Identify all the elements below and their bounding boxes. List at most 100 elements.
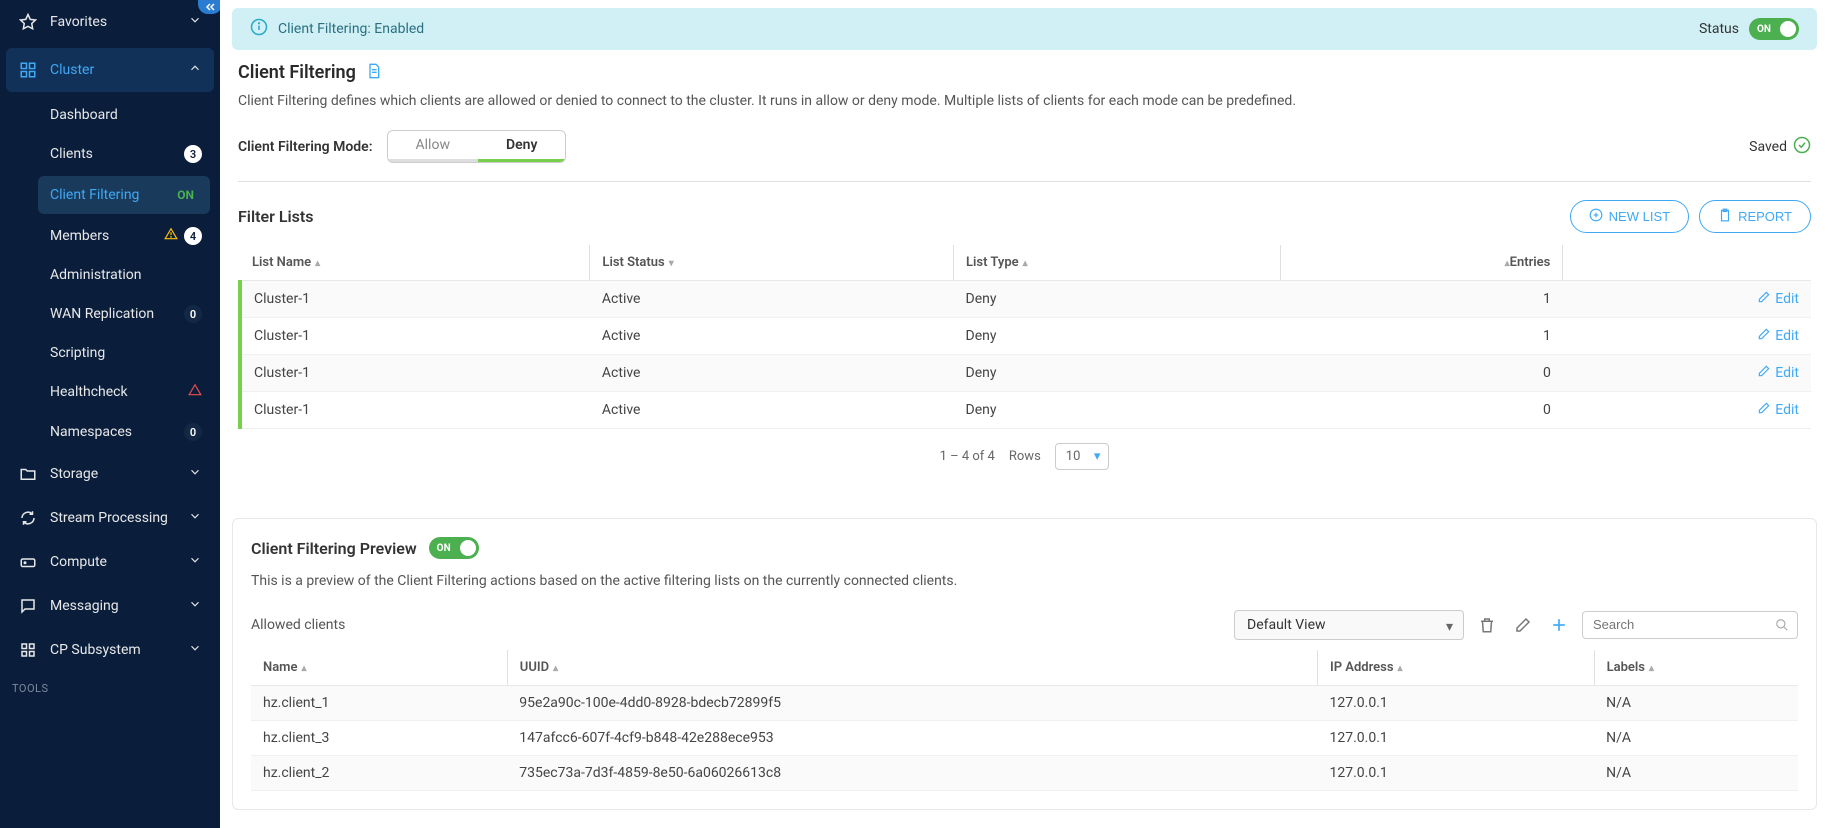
pencil-icon: [1757, 364, 1771, 382]
cell-client-labels: N/A: [1594, 686, 1798, 721]
preview-toggle[interactable]: ON: [429, 537, 479, 559]
pencil-icon: [1757, 290, 1771, 308]
add-view-button[interactable]: [1546, 612, 1572, 638]
sidebar-item-healthcheck[interactable]: Healthcheck: [0, 372, 220, 412]
toggle-on-label: ON: [1757, 24, 1771, 35]
sidebar-cp-subsystem[interactable]: CP Subsystem: [0, 628, 220, 672]
sidebar-stream-processing[interactable]: Stream Processing: [0, 496, 220, 540]
cell-name: Cluster-1: [240, 318, 590, 355]
namespaces-badge: 0: [184, 423, 202, 441]
cell-client-ip: 127.0.0.1: [1318, 686, 1595, 721]
edit-button[interactable]: Edit: [1757, 364, 1799, 382]
cell-client-name: hz.client_1: [251, 686, 507, 721]
document-icon[interactable]: [366, 63, 382, 83]
cell-client-uuid: 147afcc6-607f-4cf9-b848-42e288ece953: [507, 721, 1317, 756]
sidebar-item-wan-replication[interactable]: WAN Replication0: [0, 294, 220, 334]
view-select[interactable]: Default View ▾: [1234, 610, 1464, 640]
chevron-left-double-icon: [204, 2, 216, 12]
status-toggle[interactable]: ON: [1749, 18, 1799, 40]
edit-button[interactable]: Edit: [1757, 290, 1799, 308]
cell-type: Deny: [954, 281, 1281, 318]
delete-view-button[interactable]: [1474, 612, 1500, 638]
sidebar-item-dashboard[interactable]: Dashboard: [0, 96, 220, 134]
cell-status: Active: [590, 281, 954, 318]
col-actions: [1563, 245, 1811, 281]
sidebar-item-members[interactable]: Members4: [0, 216, 220, 256]
rows-per-page-select[interactable]: 10 ▾: [1055, 443, 1110, 470]
error-icon: [188, 383, 202, 401]
search-input[interactable]: [1593, 617, 1769, 632]
banner-status-label: Status: [1699, 21, 1739, 37]
sort-icon: ▴: [1398, 663, 1403, 674]
cell-edit: Edit: [1563, 392, 1811, 429]
table-row: Cluster-1 Active Deny 1 Edit: [240, 318, 1811, 355]
mode-deny-button[interactable]: Deny: [478, 131, 565, 162]
cell-name: Cluster-1: [240, 355, 590, 392]
cell-entries: 0: [1281, 392, 1563, 429]
grid-small-icon: [18, 640, 38, 660]
cell-edit: Edit: [1563, 355, 1811, 392]
disk-icon: [18, 552, 38, 572]
table-row: Cluster-1 Active Deny 1 Edit: [240, 281, 1811, 318]
cell-client-labels: N/A: [1594, 756, 1798, 791]
sort-icon: ▴: [1023, 258, 1028, 269]
sidebar-item-namespaces[interactable]: Namespaces0: [0, 412, 220, 452]
toggle-knob: [1780, 21, 1796, 37]
col-list-name[interactable]: List Name▴: [240, 245, 590, 281]
sidebar-item-clients[interactable]: Clients3: [0, 134, 220, 174]
col-list-status[interactable]: List Status▾: [590, 245, 954, 281]
col-client-ip[interactable]: IP Address▴: [1318, 650, 1595, 686]
cell-status: Active: [590, 355, 954, 392]
col-client-name[interactable]: Name▴: [251, 650, 507, 686]
cell-client-labels: N/A: [1594, 721, 1798, 756]
filtering-mode-row: Client Filtering Mode: Allow Deny Saved: [238, 130, 1811, 163]
sidebar-favorites-label: Favorites: [50, 14, 188, 30]
sidebar-collapse-button[interactable]: [198, 0, 220, 14]
grid-icon: [18, 60, 38, 80]
sidebar-cluster[interactable]: Cluster: [6, 48, 214, 92]
pencil-icon: [1757, 327, 1771, 345]
edit-view-button[interactable]: [1510, 612, 1536, 638]
col-client-labels[interactable]: Labels▴: [1594, 650, 1798, 686]
star-icon: [18, 12, 38, 32]
sidebar-compute[interactable]: Compute: [0, 540, 220, 584]
filter-lists-table: List Name▴ List Status▾ List Type▴ ▴Entr…: [238, 245, 1811, 429]
status-banner: Client Filtering: Enabled Status ON: [232, 8, 1817, 50]
chevron-down-icon: [188, 641, 202, 659]
sidebar-favorites[interactable]: Favorites: [0, 0, 220, 44]
sort-icon: ▴: [1649, 663, 1654, 674]
sidebar: Favorites Cluster Dashboard Clients3 Cli…: [0, 0, 220, 828]
edit-icon: [1514, 616, 1532, 634]
col-client-uuid[interactable]: UUID▴: [507, 650, 1317, 686]
chevron-down-icon: [188, 597, 202, 615]
mode-toggle-group: Allow Deny: [387, 130, 567, 163]
col-list-type[interactable]: List Type▴: [954, 245, 1281, 281]
cell-edit: Edit: [1563, 281, 1811, 318]
search-box: [1582, 611, 1798, 639]
chevron-down-icon: [188, 509, 202, 527]
sidebar-item-client-filtering[interactable]: Client FilteringON: [38, 176, 210, 214]
pager: 1 – 4 of 4 Rows 10 ▾: [238, 429, 1811, 484]
report-button[interactable]: REPORT: [1699, 200, 1811, 233]
col-entries[interactable]: ▴Entries: [1281, 245, 1563, 281]
banner-text: Client Filtering: Enabled: [278, 21, 1699, 37]
plus-circle-icon: [1589, 208, 1603, 225]
edit-button[interactable]: Edit: [1757, 401, 1799, 419]
client-filtering-section: Client Filtering Client Filtering define…: [220, 62, 1829, 504]
saved-indicator: Saved: [1749, 136, 1811, 158]
sidebar-item-administration[interactable]: Administration: [0, 256, 220, 294]
edit-button[interactable]: Edit: [1757, 327, 1799, 345]
cell-type: Deny: [954, 392, 1281, 429]
mode-allow-button[interactable]: Allow: [388, 131, 478, 162]
table-row: hz.client_3 147afcc6-607f-4cf9-b848-42e2…: [251, 721, 1798, 756]
sidebar-messaging[interactable]: Messaging: [0, 584, 220, 628]
table-row: Cluster-1 Active Deny 0 Edit: [240, 392, 1811, 429]
clients-badge: 3: [184, 145, 202, 163]
wan-badge: 0: [184, 305, 202, 323]
sidebar-item-scripting[interactable]: Scripting: [0, 334, 220, 372]
clipboard-icon: [1718, 208, 1732, 225]
chevron-up-icon: [188, 61, 202, 79]
chevron-down-icon: ▾: [669, 258, 674, 269]
new-list-button[interactable]: NEW LIST: [1570, 200, 1689, 233]
sidebar-storage[interactable]: Storage: [0, 452, 220, 496]
